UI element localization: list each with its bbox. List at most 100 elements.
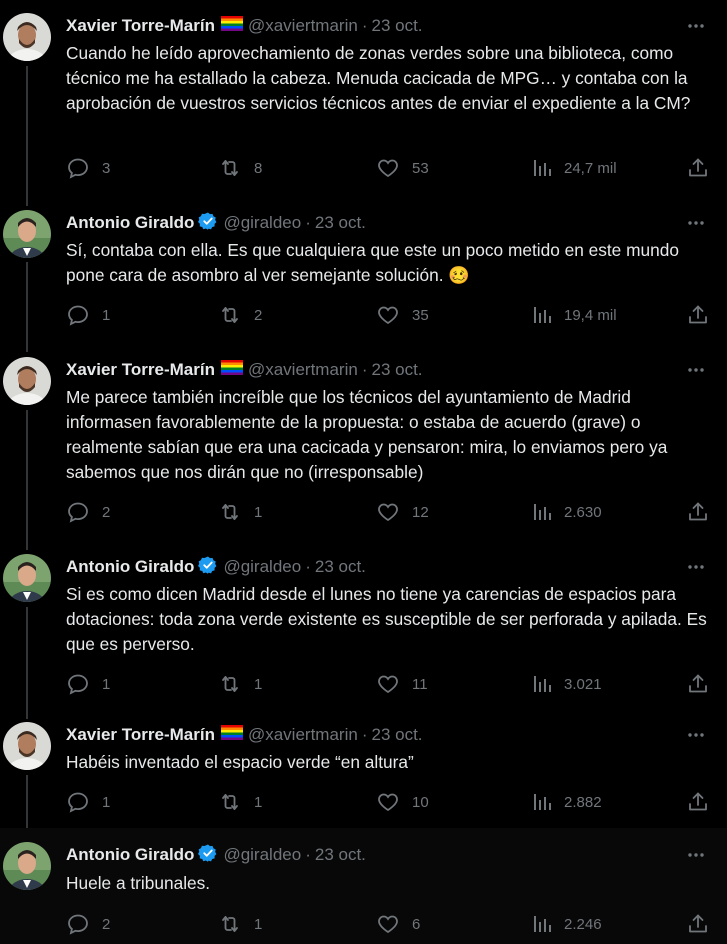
more-options-icon[interactable] [687, 216, 705, 228]
tweet[interactable]: Xavier Torre-Marín @xaviertmarin · 23 oc… [0, 722, 727, 822]
retweet-button[interactable]: 8 [218, 156, 262, 180]
share-button[interactable] [686, 672, 710, 696]
like-button[interactable]: 10 [376, 790, 429, 814]
reply-button[interactable]: 2 [66, 912, 110, 936]
share-icon [686, 912, 710, 936]
reply-button[interactable]: 1 [66, 790, 110, 814]
like-count: 11 [412, 675, 428, 693]
views-button[interactable]: 3.021 [531, 672, 602, 696]
tweet-date[interactable]: 23 oct. [315, 845, 366, 865]
tweet[interactable]: Xavier Torre-Marín @xaviertmarin · 23 oc… [0, 13, 727, 193]
retweet-count: 8 [254, 159, 263, 177]
tweet-focused[interactable]: Antonio Giraldo @giraldeo · 23 oct. Huel… [0, 828, 727, 944]
like-button[interactable]: 12 [376, 500, 429, 524]
tweet-date[interactable]: 23 oct. [315, 213, 366, 233]
share-button[interactable] [686, 303, 710, 327]
author-name[interactable]: Antonio Giraldo [66, 557, 194, 577]
author-name[interactable]: Antonio Giraldo [66, 213, 194, 233]
author-handle[interactable]: @giraldeo [223, 845, 301, 865]
views-button[interactable]: 2.630 [531, 500, 602, 524]
tweet-date[interactable]: 23 oct. [315, 557, 366, 577]
retweet-icon [218, 500, 242, 524]
tweet[interactable]: Xavier Torre-Marín @xaviertmarin · 23 oc… [0, 357, 727, 537]
retweet-button[interactable]: 1 [218, 790, 262, 814]
tweet[interactable]: Antonio Giraldo @giraldeo · 23 oct. Sí, … [0, 210, 727, 340]
reply-icon [66, 790, 90, 814]
author-name[interactable]: Antonio Giraldo [66, 845, 194, 865]
views-icon [531, 304, 553, 326]
more-options-icon[interactable] [687, 728, 705, 740]
heart-icon [376, 790, 400, 814]
view-count: 3.021 [564, 675, 602, 693]
tweet-header: Antonio Giraldo @giraldeo · 23 oct. [66, 212, 366, 234]
retweet-icon [218, 790, 242, 814]
retweet-button[interactable]: 1 [218, 500, 262, 524]
more-options-icon[interactable] [687, 19, 705, 31]
like-count: 12 [412, 503, 429, 521]
like-button[interactable]: 11 [376, 672, 428, 696]
author-handle[interactable]: @xaviertmarin [248, 16, 358, 36]
reply-button[interactable]: 1 [66, 672, 110, 696]
author-name[interactable]: Xavier Torre-Marín [66, 725, 215, 745]
views-button[interactable]: 2.246 [531, 912, 602, 936]
reply-icon [66, 672, 90, 696]
conversation-thread: Xavier Torre-Marín @xaviertmarin · 23 oc… [0, 0, 727, 944]
author-handle[interactable]: @giraldeo [223, 557, 301, 577]
retweet-button[interactable]: 2 [218, 303, 262, 327]
tweet-date[interactable]: 23 oct. [371, 360, 422, 380]
views-icon [531, 501, 553, 523]
reply-button[interactable]: 2 [66, 500, 110, 524]
tweet-date[interactable]: 23 oct. [371, 725, 422, 745]
reply-icon [66, 912, 90, 936]
tweet-header: Xavier Torre-Marín @xaviertmarin · 23 oc… [66, 15, 423, 37]
share-icon [686, 156, 710, 180]
separator-dot: · [361, 360, 368, 379]
retweet-button[interactable]: 1 [218, 912, 262, 936]
retweet-count: 1 [254, 915, 263, 933]
avatar-xavier[interactable] [3, 357, 51, 405]
views-button[interactable]: 19,4 mil [531, 303, 617, 327]
share-icon [686, 500, 710, 524]
reply-count: 1 [102, 675, 111, 693]
like-button[interactable]: 53 [376, 156, 429, 180]
author-name[interactable]: Xavier Torre-Marín [66, 16, 215, 36]
share-button[interactable] [686, 790, 710, 814]
retweet-icon [218, 156, 242, 180]
avatar-antonio[interactable] [3, 210, 51, 258]
views-icon [531, 673, 553, 695]
views-button[interactable]: 2.882 [531, 790, 602, 814]
like-button[interactable]: 35 [376, 303, 429, 327]
separator-dot: · [361, 16, 368, 35]
retweet-button[interactable]: 1 [218, 672, 262, 696]
share-button[interactable] [686, 500, 710, 524]
author-handle[interactable]: @giraldeo [223, 213, 301, 233]
avatar-antonio[interactable] [3, 842, 51, 890]
author-name[interactable]: Xavier Torre-Marín [66, 360, 215, 380]
verified-badge-icon [198, 843, 218, 868]
reply-count: 2 [102, 503, 111, 521]
reply-button[interactable]: 3 [66, 156, 110, 180]
like-count: 35 [412, 306, 429, 324]
tweet-text: Cuando he leído aprovechamiento de zonas… [66, 43, 691, 113]
share-button[interactable] [686, 912, 710, 936]
avatar-antonio[interactable] [3, 554, 51, 602]
heart-icon [376, 672, 400, 696]
more-options-icon[interactable] [687, 560, 705, 572]
avatar-xavier[interactable] [3, 13, 51, 61]
reply-button[interactable]: 1 [66, 303, 110, 327]
share-button[interactable] [686, 156, 710, 180]
rainbow-flag-icon [220, 360, 243, 380]
reply-count: 2 [102, 915, 111, 933]
tweet-date[interactable]: 23 oct. [371, 16, 422, 36]
heart-icon [376, 912, 400, 936]
like-button[interactable]: 6 [376, 912, 420, 936]
reply-count: 3 [102, 159, 111, 177]
author-handle[interactable]: @xaviertmarin [248, 725, 358, 745]
views-button[interactable]: 24,7 mil [531, 156, 617, 180]
author-handle[interactable]: @xaviertmarin [248, 360, 358, 380]
tweet[interactable]: Antonio Giraldo @giraldeo · 23 oct. Si e… [0, 554, 727, 704]
more-options-icon[interactable] [687, 848, 705, 860]
avatar-xavier[interactable] [3, 722, 51, 770]
share-icon [686, 790, 710, 814]
more-options-icon[interactable] [687, 363, 705, 375]
